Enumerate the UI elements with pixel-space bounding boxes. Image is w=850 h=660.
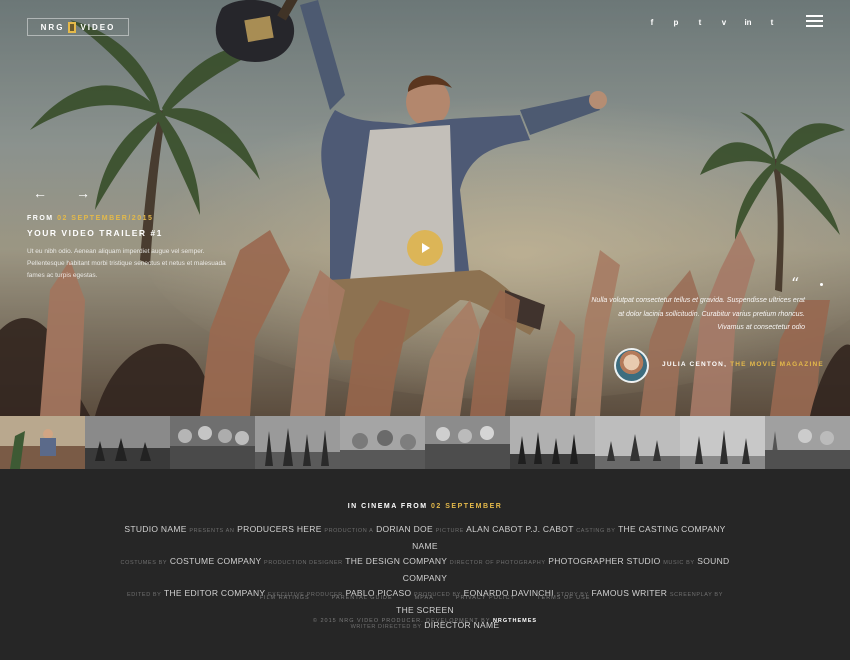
mpaa-link[interactable]: MPAA [415,595,434,601]
site-logo[interactable]: NRG VIDEO [27,18,129,36]
author-name: JULIA CENTON, [662,361,728,368]
vimeo-icon[interactable]: v [712,18,736,27]
thumbnail[interactable] [255,416,340,469]
play-button[interactable] [407,230,443,266]
trailer-title: YOUR VIDEO TRAILER #1 [27,228,163,238]
thumbnail[interactable] [85,416,170,469]
developer-link[interactable]: NRGTHEMES [493,618,537,624]
footer-links: FILM RATINGS PARENTAL GUIDE MPAA PRIVACY… [0,595,850,601]
twitter-icon[interactable]: t [688,18,712,27]
hamburger-menu-icon[interactable] [806,15,823,27]
film-icon [68,21,77,33]
facebook-icon[interactable]: f [640,18,664,27]
logo-text-left: NRG [40,22,65,32]
credit-value: DORIAN DOE [376,524,433,534]
thumbnail[interactable] [765,416,850,469]
hero-slider: NRG VIDEO f p t v in t ← → FROM 02 SEPTE… [0,0,850,416]
linkedin-icon[interactable]: in [736,18,760,27]
logo-text-right: VIDEO [80,22,116,32]
avatar [614,348,649,383]
parental-guide-link[interactable]: PARENTAL GUIDE [332,595,393,601]
credit-value: THE DESIGN COMPANY [345,556,448,566]
credit-key: PRESENTS AN [189,528,235,534]
review-quote: Nulla volutpat consectetur tellus et gra… [591,297,805,331]
in-cinema-label: IN CINEMA FROM [347,503,428,510]
in-cinema-banner: IN CINEMA FROM 02 SEPTEMBER [0,503,850,510]
credit-value: STUDIO NAME [124,524,187,534]
thumbnail[interactable] [425,416,510,469]
credit-value: ALAN CABOT P.J. CABOT [466,524,574,534]
credit-key: MUSIC BY [663,560,695,566]
credit-value: COSTUME COMPANY [169,556,262,566]
thumbnail[interactable] [680,416,765,469]
copyright-text: © 2015 NRG VIDEO PRODUCER. DEVELOPMENT B… [312,618,491,624]
credit-key: CASTING BY [576,528,616,534]
social-links: f p t v in t [640,18,784,27]
trailer-date: FROM 02 SEPTEMBER/2015 [27,215,153,222]
play-icon [422,243,430,253]
trailer-from-date: 02 SEPTEMBER/2015 [57,215,154,222]
credits-footer: IN CINEMA FROM 02 SEPTEMBER STUDIO NAME … [0,469,850,660]
credit-key: WRITER DIRECTED BY [350,624,422,630]
thumbnail-strip [0,416,850,469]
terms-of-use-link[interactable]: TERMS OF USE [537,595,590,601]
thumbnail[interactable] [595,416,680,469]
review-author: JULIA CENTON, THE MOVIE MAGAZINE [662,361,824,368]
slider-dot[interactable] [820,283,823,286]
credit-key: PICTURE [435,528,464,534]
arrow-left-icon[interactable]: ← [33,186,47,200]
trailer-from-label: FROM [27,215,54,222]
credit-value: PRODUCERS HERE [237,524,322,534]
thumbnail[interactable] [340,416,425,469]
in-cinema-date: 02 SEPTEMBER [431,503,503,510]
thumbnail[interactable] [170,416,255,469]
thumbnail[interactable] [0,416,85,469]
author-source: THE MOVIE MAGAZINE [730,361,824,368]
film-ratings-link[interactable]: FILM RATINGS [260,595,310,601]
credit-value: THE SCREEN [396,605,454,615]
hero-overlay [0,0,850,416]
quote-icon: “ [791,274,800,293]
credit-key: DIRECTOR OF PHOTOGRAPHY [449,560,546,566]
arrow-right-icon[interactable]: → [76,186,90,200]
trailer-description: Ut eu nibh odio. Aenean aliquam imperdie… [27,248,226,279]
pinterest-icon[interactable]: p [664,18,688,27]
copyright: © 2015 NRG VIDEO PRODUCER. DEVELOPMENT B… [0,618,850,624]
credit-key: PRODUCTION DESIGNER [264,560,343,566]
thumbnail[interactable] [510,416,595,469]
credit-value: PHOTOGRAPHER STUDIO [548,556,661,566]
credit-key: COSTUMES BY [120,560,168,566]
privacy-policy-link[interactable]: PRIVACY POLICY [456,595,515,601]
tumblr-icon[interactable]: t [760,18,784,27]
credit-key: PRODUCTION A [324,528,374,534]
